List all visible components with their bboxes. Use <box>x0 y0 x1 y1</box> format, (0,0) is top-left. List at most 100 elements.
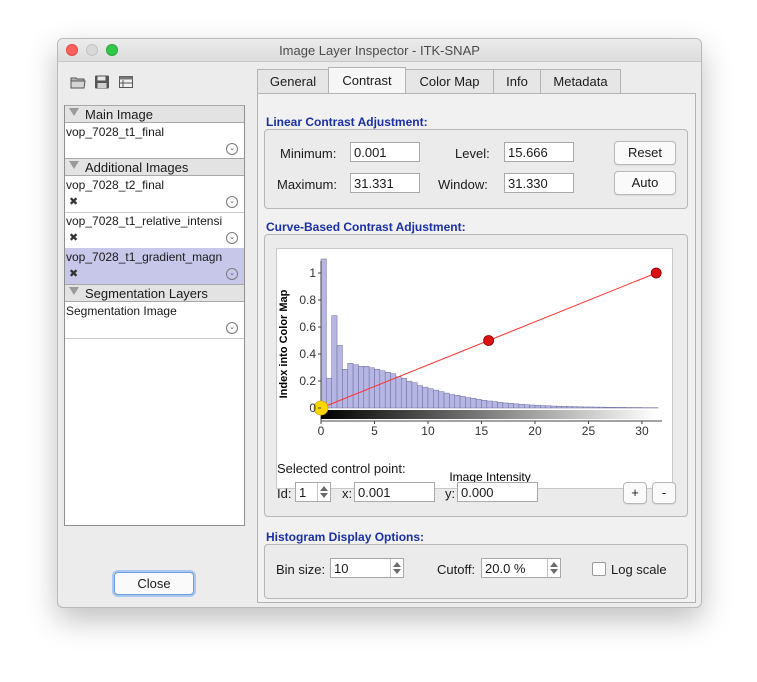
histogram-bar <box>417 385 423 409</box>
layer-name: vop_7028_t1_relative_intensi <box>66 214 223 228</box>
histogram-bar <box>561 406 568 409</box>
histogram-bar <box>320 258 327 409</box>
histogram-bar <box>588 406 595 409</box>
cutoff-spin-arrows[interactable] <box>547 559 560 577</box>
title-bar: Image Layer Inspector - ITK-SNAP <box>58 39 701 62</box>
bin-spin-arrows[interactable] <box>390 559 403 577</box>
auto-button[interactable]: Auto <box>614 171 676 195</box>
histogram-bar <box>609 407 616 409</box>
histogram-bar <box>358 366 365 409</box>
chevron-down-icon[interactable]: ⌄ <box>226 232 238 244</box>
histogram-bar <box>502 402 509 409</box>
histogram-bar <box>433 389 439 409</box>
histogram-bar <box>529 404 536 409</box>
layer-name: vop_7028_t1_gradient_magn <box>66 250 223 264</box>
pin-icon[interactable]: ✖ <box>69 267 78 280</box>
histogram-bars <box>320 258 659 409</box>
add-point-button[interactable]: + <box>623 482 647 504</box>
histogram-bar <box>454 395 461 409</box>
histogram-bar <box>524 404 530 409</box>
histogram-bar <box>486 400 493 409</box>
curve-contrast-title: Curve-Based Contrast Adjustment: <box>266 220 466 234</box>
histogram-bar <box>566 406 573 409</box>
histogram-bar <box>620 407 627 409</box>
curve-plot[interactable]: 0 5 10 15 20 25 30 0 0.2 0.4 0.6 0.8 1 Image Intensi… <box>276 248 673 489</box>
y-axis-label: Index into Color Map <box>278 289 290 398</box>
tab-general[interactable]: General <box>257 69 329 93</box>
histogram-bar <box>491 401 498 409</box>
save-icon[interactable] <box>94 75 110 89</box>
pin-icon[interactable]: ✖ <box>69 231 78 244</box>
layer-item-relative-intensity[interactable]: vop_7028_t1_relative_intensi ✖ ⌄ <box>65 212 244 249</box>
histogram-bar <box>374 369 381 409</box>
close-button[interactable]: Close <box>114 572 194 595</box>
window-label: Window: <box>438 177 488 192</box>
chevron-down-icon[interactable]: ⌄ <box>226 268 238 280</box>
layer-item-segmentation[interactable]: Segmentation Image ⌄ <box>65 302 244 339</box>
pin-icon[interactable]: ✖ <box>69 195 78 208</box>
tab-metadata[interactable]: Metadata <box>540 69 621 93</box>
id-spin-arrows[interactable] <box>317 483 330 501</box>
log-scale-checkbox[interactable] <box>592 562 606 576</box>
x-tick-label: 25 <box>582 424 596 438</box>
layout-table-icon[interactable] <box>118 75 134 89</box>
layer-item-t2[interactable]: vop_7028_t2_final ✖ ⌄ <box>65 176 244 213</box>
histogram-options-title: Histogram Display Options: <box>266 530 425 544</box>
histogram-bar <box>614 407 621 409</box>
inspector-window: Image Layer Inspector - ITK-SNAP Main Im… <box>57 38 702 608</box>
reset-button[interactable]: Reset <box>614 141 676 165</box>
layer-name: vop_7028_t2_final <box>66 178 165 192</box>
histogram-bar <box>363 366 370 409</box>
tab-contrast[interactable]: Contrast <box>328 67 406 94</box>
tab-color-map[interactable]: Color Map <box>405 69 494 93</box>
curve-chart[interactable]: 0 5 10 15 20 25 3000.20.40.60.81 Image Intensi… <box>277 249 672 488</box>
histogram-bar <box>352 364 359 409</box>
histogram-bar <box>518 404 525 409</box>
histogram-bar <box>342 369 348 409</box>
histogram-bar <box>459 396 466 409</box>
x-tick-label: 5 <box>371 424 378 438</box>
collapse-triangle-icon <box>69 108 79 116</box>
id-label: Id: <box>277 486 292 501</box>
control-point[interactable] <box>483 335 495 346</box>
histogram-bar <box>422 386 429 409</box>
y-label: y: <box>445 486 456 501</box>
open-folder-icon[interactable] <box>70 75 86 89</box>
level-field[interactable]: 15.666 <box>504 142 574 162</box>
histogram-bar <box>604 407 611 409</box>
chevron-down-icon[interactable]: ⌄ <box>226 143 238 155</box>
remove-point-button[interactable]: - <box>652 482 676 504</box>
maximum-label: Maximum: <box>277 177 337 192</box>
window-field[interactable]: 31.330 <box>504 173 574 193</box>
chevron-down-icon[interactable]: ⌄ <box>226 196 238 208</box>
group-header-segmentation-layers[interactable]: Segmentation Layers <box>65 284 244 302</box>
id-spinbox[interactable]: 1 <box>295 482 331 502</box>
y-tick-label: 0.2 <box>299 374 316 388</box>
y-tick-label: 0.6 <box>299 320 316 334</box>
selected-control-point[interactable] <box>313 400 329 416</box>
group-header-main-image[interactable]: Main Image <box>65 105 244 123</box>
histogram-bar <box>427 388 434 409</box>
chevron-down-icon[interactable]: ⌄ <box>226 322 238 334</box>
bin-size-value: 10 <box>334 561 349 576</box>
group-header-additional-images[interactable]: Additional Images <box>65 158 244 176</box>
control-point[interactable] <box>650 267 662 279</box>
histogram-bar <box>395 376 402 409</box>
group-label: Segmentation Layers <box>85 286 208 301</box>
group-label: Main Image <box>85 107 153 122</box>
bin-size-spinbox[interactable]: 10 <box>330 558 404 578</box>
minimum-field[interactable]: 0.001 <box>350 142 420 162</box>
layer-name: vop_7028_t1_final <box>66 125 165 139</box>
layer-item-main[interactable]: vop_7028_t1_final ⌄ <box>65 123 244 160</box>
histogram-bar <box>513 403 520 409</box>
collapse-triangle-icon <box>69 161 79 169</box>
maximum-field[interactable]: 31.331 <box>350 173 420 193</box>
x-field[interactable]: 0.001 <box>354 482 435 502</box>
histogram-bar <box>550 405 557 409</box>
cutoff-spinbox[interactable]: 20.0 % <box>481 558 561 578</box>
tab-info[interactable]: Info <box>493 69 541 93</box>
y-field[interactable]: 0.000 <box>457 482 538 502</box>
histogram-bar <box>577 406 584 409</box>
layer-item-gradient-magnitude[interactable]: vop_7028_t1_gradient_magn ✖ ⌄ <box>65 248 244 285</box>
cutoff-value: 20.0 % <box>485 561 526 576</box>
